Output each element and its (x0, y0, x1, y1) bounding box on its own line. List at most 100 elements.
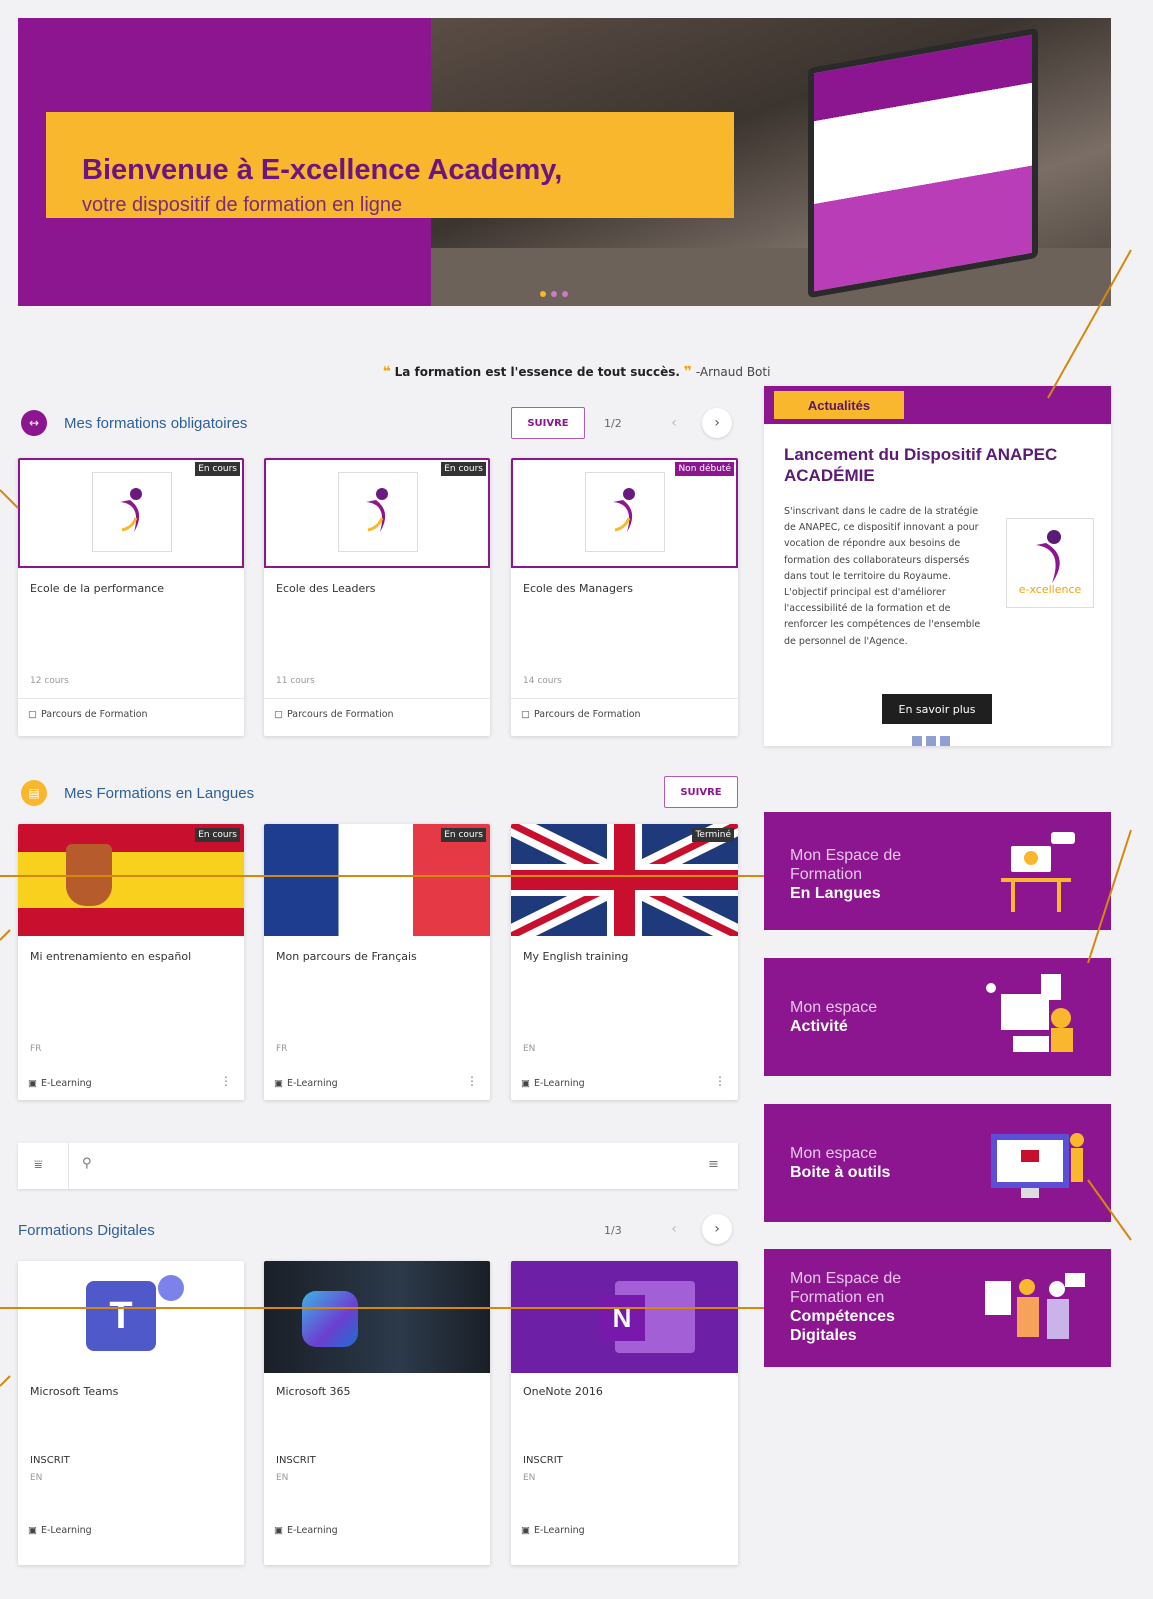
news-title: Lancement du Dispositif ANAPEC ACADÉMIE (784, 445, 1058, 485)
course-card[interactable]: En cours Ecole des Leaders 11 cours ▢ Par… (264, 458, 490, 736)
course-title[interactable]: Microsoft Teams (30, 1385, 118, 1398)
course-type: ▣ E-Learning (274, 1077, 338, 1089)
course-type: ▣ E-Learning (521, 1524, 585, 1536)
course-type: ▣ E-Learning (28, 1524, 92, 1536)
elearning-icon: ▣ (28, 1077, 37, 1089)
digital-pager: 1/3 (604, 1224, 622, 1237)
course-title[interactable]: My English training (523, 950, 628, 963)
course-title[interactable]: Ecole de la performance (30, 582, 164, 595)
course-title[interactable]: OneNote 2016 (523, 1385, 603, 1398)
news-carousel-indicators[interactable] (912, 736, 950, 746)
status-badge: En cours (441, 462, 486, 476)
digital-section-title[interactable]: Formations Digitales (18, 1222, 155, 1239)
news-tag: Actualités (774, 391, 904, 419)
digital-prev-button[interactable]: ‹ (659, 1214, 689, 1244)
languages-section-title[interactable]: Mes Formations en Langues (64, 785, 254, 802)
course-type: ▣ E-Learning (274, 1524, 338, 1536)
course-count: 12 cours (30, 676, 69, 686)
path-icon: ▢ (274, 709, 283, 720)
status-badge: En cours (441, 828, 486, 842)
path-icon: ▢ (521, 709, 530, 720)
elearning-icon: ▣ (274, 1077, 283, 1089)
tile-text: Formation (790, 866, 863, 883)
course-language: FR (30, 1044, 42, 1054)
activity-illustration (986, 974, 1073, 1052)
toolbox-illustration (991, 1133, 1084, 1198)
tile-languages[interactable]: Mon Espace de Formation En Langues (764, 812, 1111, 930)
mandatory-section-title[interactable]: Mes formations obligatoires (64, 415, 247, 432)
m365-image (264, 1261, 490, 1373)
status-badge: Non débuté (675, 462, 734, 476)
search-icon[interactable]: ⚲ (82, 1156, 92, 1171)
digital-next-button[interactable]: › (702, 1214, 732, 1244)
more-options-icon[interactable]: ⋮ (220, 1074, 232, 1088)
tile-text: Mon espace (790, 999, 878, 1016)
chevron-left-icon: ‹ (671, 415, 677, 431)
course-title[interactable]: Microsoft 365 (276, 1385, 351, 1398)
academy-logo (585, 472, 665, 552)
filter-icon[interactable]: ⩸ (34, 1157, 43, 1173)
filter-search-bar: ⩸ ⚲ ≡ (18, 1143, 738, 1189)
languages-section-icon: ▤ (21, 780, 47, 806)
path-icon: ▢ (28, 709, 37, 720)
chevron-left-icon: ‹ (671, 1221, 677, 1237)
tile-digital-skills[interactable]: Mon Espace de Formation en Compétences D… (764, 1249, 1111, 1367)
elearning-icon: ▣ (28, 1524, 37, 1536)
course-language: EN (30, 1473, 43, 1483)
course-title[interactable]: Ecole des Managers (523, 582, 633, 595)
academy-logo (338, 472, 418, 552)
more-options-icon[interactable]: ⋮ (466, 1074, 478, 1088)
course-card[interactable]: Terminé My English training EN ▣ E-Learni… (511, 824, 738, 1100)
course-type: ▢ Parcours de Formation (264, 698, 490, 730)
laptop-illustration (808, 27, 1038, 299)
course-card[interactable]: Non débuté Ecole des Managers 14 cours ▢… (511, 458, 738, 736)
course-card[interactable]: En cours Mi entrenamiento en español FR … (18, 824, 244, 1100)
mandatory-follow-button[interactable]: SUIVRE (511, 407, 585, 439)
digital-skills-illustration (985, 1273, 1085, 1339)
search-input[interactable] (108, 1151, 668, 1181)
enrollment-status: INSCRIT (523, 1455, 563, 1466)
mandatory-prev-button[interactable]: ‹ (659, 408, 689, 438)
logo-wordmark: e-xcellence (1019, 583, 1082, 596)
elearning-icon: ▣ (521, 1077, 530, 1089)
banner-carousel-dots[interactable] (540, 291, 568, 297)
status-badge: En cours (195, 828, 240, 842)
more-options-icon[interactable]: ⋮ (714, 1074, 726, 1088)
course-title[interactable]: Mon parcours de Français (276, 950, 417, 963)
languages-follow-button[interactable]: SUIVRE (664, 776, 738, 808)
tile-activity[interactable]: Mon espace Activité (764, 958, 1111, 1076)
tile-heading: En Langues (790, 885, 881, 902)
elearning-icon: ▣ (521, 1524, 530, 1536)
course-card[interactable]: En cours Ecole de la performance 12 cour… (18, 458, 244, 736)
status-badge: En cours (195, 462, 240, 476)
course-title[interactable]: Mi entrenamiento en español (30, 950, 191, 963)
video-call-illustration (1001, 832, 1075, 912)
excellence-logo: e-xcellence (1006, 518, 1094, 608)
sort-icon[interactable]: ≡ (708, 1157, 719, 1172)
status-badge: Terminé (692, 828, 734, 842)
course-type: ▢ Parcours de Formation (511, 698, 738, 730)
tile-text: Mon Espace de (790, 847, 902, 864)
tile-text: Mon Espace de (790, 1270, 902, 1287)
welcome-banner[interactable]: Bienvenue à E-xcellence Academy, votre d… (18, 18, 1111, 306)
tile-heading: Activité (790, 1018, 848, 1035)
course-type: ▣ E-Learning (28, 1077, 92, 1089)
banner-subtitle: votre dispositif de formation en ligne (82, 194, 403, 216)
mandatory-section-icon: ↔ (21, 410, 47, 436)
course-card[interactable]: En cours Mon parcours de Français FR ▣ E-… (264, 824, 490, 1100)
mandatory-pager: 1/2 (604, 417, 622, 430)
read-more-button[interactable]: En savoir plus (882, 694, 992, 724)
mandatory-next-button[interactable]: › (702, 408, 732, 438)
quote: ❝ La formation est l'essence de tout suc… (0, 364, 1153, 380)
course-title[interactable]: Ecole des Leaders (276, 582, 375, 595)
course-language: FR (276, 1044, 288, 1054)
course-type: ▢ Parcours de Formation (18, 698, 244, 730)
elearning-icon: ▣ (274, 1524, 283, 1536)
course-type: ▣ E-Learning (521, 1077, 585, 1089)
tile-toolbox[interactable]: Mon espace Boite à outils (764, 1104, 1111, 1222)
quote-open-icon: ❝ (382, 364, 391, 380)
onenote-logo: N (599, 1295, 645, 1341)
tile-heading: Digitales (790, 1327, 857, 1344)
news-panel: Actualités Lancement du Dispositif ANAPE… (764, 386, 1111, 746)
quote-author: -Arnaud Boti (695, 365, 771, 379)
